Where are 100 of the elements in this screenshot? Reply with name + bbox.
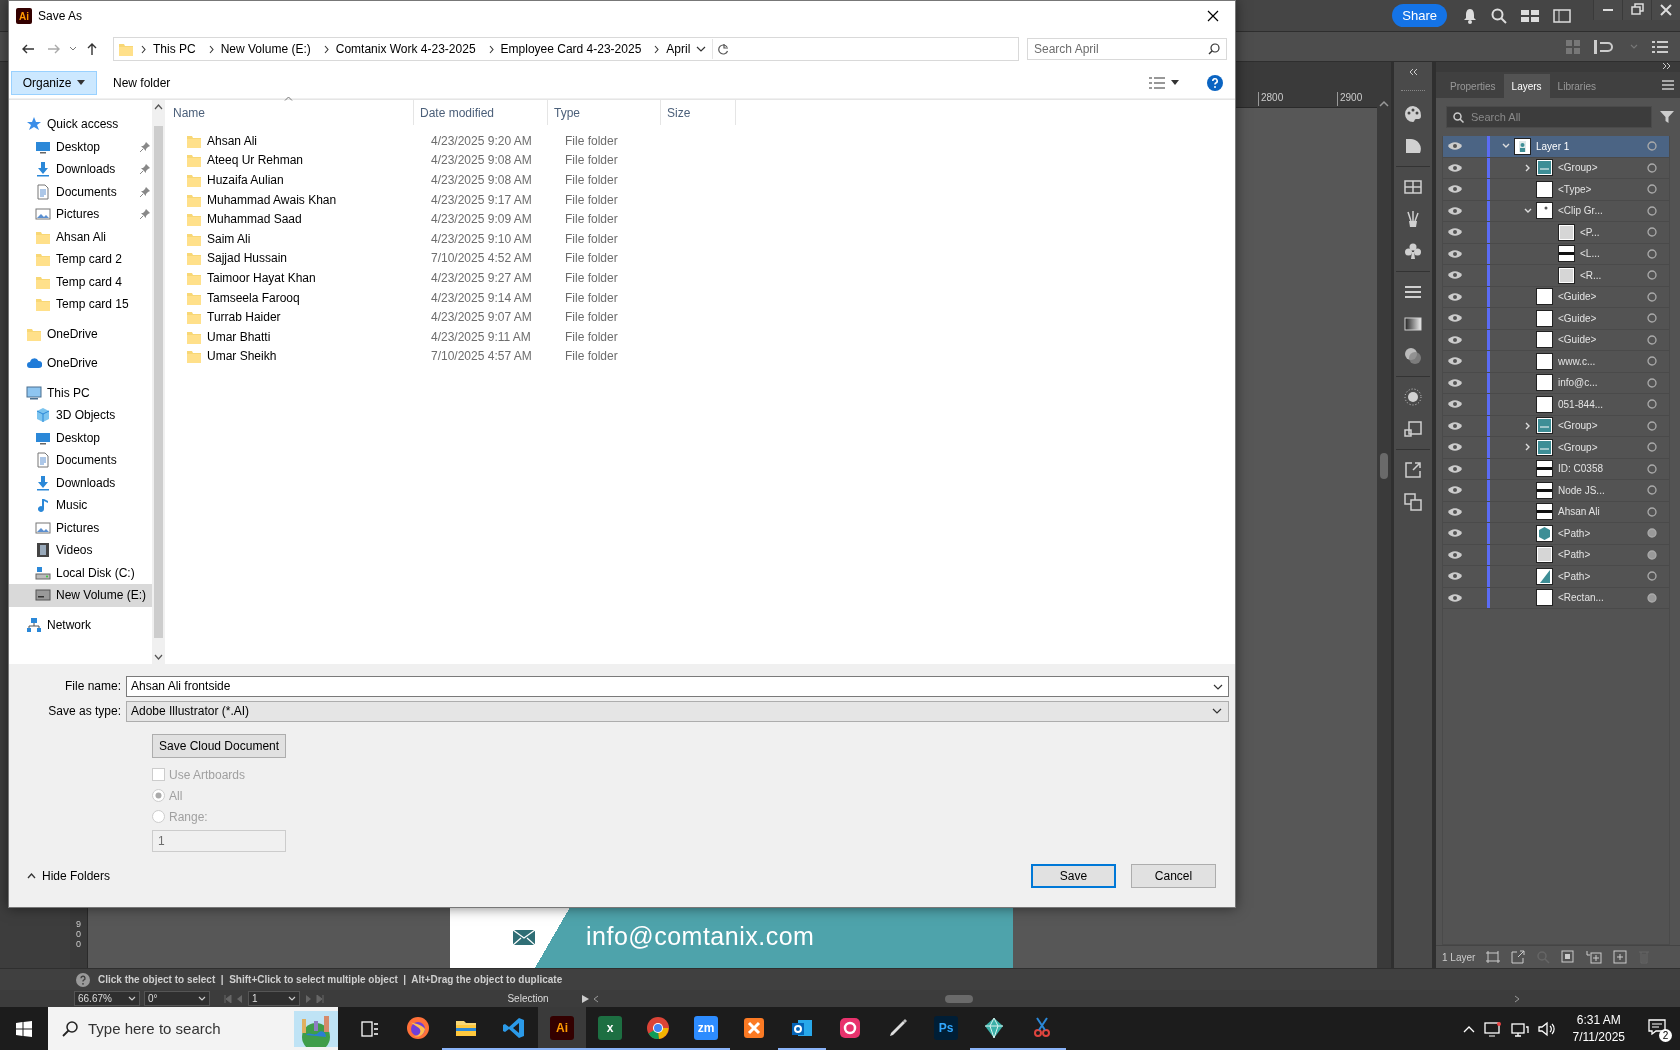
- address-bar[interactable]: This PC New Volume (E:) Comtanix Work 4-23-2025 Employee Card 4-23-2025 April: [113, 37, 1019, 61]
- gradient-swatch-icon[interactable]: [1403, 136, 1423, 156]
- eye-icon[interactable]: [1447, 334, 1463, 345]
- dropdown[interactable]: 0°: [144, 991, 210, 1006]
- taskbar-button[interactable]: Ai: [538, 1007, 586, 1050]
- scroll-up-icon[interactable]: [154, 104, 163, 110]
- panel-tab[interactable]: Layers: [1503, 74, 1550, 98]
- panel-tab[interactable]: Libraries: [1549, 74, 1604, 98]
- eye-icon[interactable]: [1447, 377, 1463, 388]
- chevron-up-icon[interactable]: [1462, 1024, 1475, 1033]
- nav-item[interactable]: Desktop: [9, 426, 152, 449]
- eye-icon[interactable]: [1447, 205, 1463, 216]
- chevron-icon[interactable]: [1524, 163, 1532, 172]
- eye-icon[interactable]: [1447, 463, 1463, 474]
- breadcrumb[interactable]: April: [660, 39, 697, 59]
- eye-icon[interactable]: [1447, 291, 1463, 302]
- file-row[interactable]: Umar Sheikh 7/10/2025 4:57 AM File folder: [165, 346, 1235, 367]
- dropdown[interactable]: 66.67%: [74, 991, 140, 1006]
- transparency-icon[interactable]: [1403, 346, 1423, 366]
- target-icon[interactable]: [1647, 291, 1657, 302]
- refresh-icon[interactable]: [717, 43, 730, 55]
- new-layer-icon[interactable]: [1613, 950, 1628, 964]
- target-icon[interactable]: [1647, 571, 1657, 581]
- speaker-icon[interactable]: [1537, 1020, 1556, 1037]
- export-icon[interactable]: [1511, 950, 1526, 964]
- palette-icon[interactable]: [1403, 104, 1423, 124]
- layer-row[interactable]: <Clip Gr...: [1443, 200, 1669, 222]
- eye-icon[interactable]: [1447, 356, 1463, 367]
- file-name-field[interactable]: Ahsan Ali frontside: [126, 675, 1229, 697]
- sun-icon[interactable]: [1403, 387, 1423, 407]
- target-icon[interactable]: [1647, 485, 1657, 495]
- nav-item[interactable]: Documents: [9, 449, 152, 472]
- scroll-thumb[interactable]: [154, 126, 163, 638]
- target-icon[interactable]: [1647, 248, 1657, 259]
- column-header[interactable]: Name: [169, 100, 414, 125]
- share-button[interactable]: Share: [1392, 4, 1447, 27]
- layer-row[interactable]: Node JS...: [1443, 480, 1669, 502]
- file-row[interactable]: Ateeq Ur Rehman 4/23/2025 9:08 AM File folder: [165, 150, 1235, 171]
- target-icon[interactable]: [1647, 442, 1657, 452]
- nav-item[interactable]: Temp card 4: [9, 270, 152, 293]
- target-icon[interactable]: [1647, 184, 1657, 194]
- chevron-down-icon[interactable]: [1213, 683, 1223, 690]
- layer-row[interactable]: <Type>: [1443, 179, 1669, 201]
- organize-button[interactable]: Organize: [11, 70, 97, 95]
- layer-row[interactable]: ID: C0358: [1443, 458, 1669, 480]
- nav-item[interactable]: Documents: [9, 180, 152, 203]
- column-header[interactable]: Date modified: [414, 100, 548, 125]
- scroll-thumb[interactable]: [945, 994, 973, 1003]
- search-icon[interactable]: [1491, 7, 1507, 24]
- layer-row[interactable]: <Group>: [1443, 437, 1669, 459]
- layer-row[interactable]: <L...: [1443, 243, 1669, 265]
- taskbar-button[interactable]: Ps: [922, 1007, 970, 1050]
- layer-row[interactable]: <P...: [1443, 222, 1669, 244]
- file-row[interactable]: Turrab Haider 4/23/2025 9:07 AM File folder: [165, 307, 1235, 327]
- nav-item[interactable]: New Volume (E:): [9, 584, 152, 607]
- new-folder-button[interactable]: New folder: [107, 74, 177, 91]
- artboard-collect-icon[interactable]: [1486, 950, 1501, 964]
- dropdown[interactable]: 1: [248, 991, 300, 1006]
- scroll-up-icon[interactable]: [1379, 100, 1389, 108]
- eye-icon[interactable]: [1447, 227, 1463, 238]
- breadcrumb[interactable]: This PC: [147, 39, 202, 59]
- layer-row[interactable]: <Guide>: [1443, 308, 1669, 330]
- target-icon[interactable]: [1647, 162, 1657, 173]
- scroll-right-icon[interactable]: [1514, 994, 1520, 1003]
- nav-item[interactable]: OneDrive: [9, 322, 152, 345]
- target-icon[interactable]: [1647, 313, 1657, 323]
- chevron-down-icon[interactable]: [1171, 80, 1179, 85]
- nav-item[interactable]: OneDrive: [9, 352, 152, 375]
- nav-item[interactable]: Videos: [9, 539, 152, 562]
- clock[interactable]: 6:31 AM 7/11/2025: [1572, 1011, 1625, 1046]
- scroll-thumb[interactable]: [1380, 453, 1388, 479]
- target-icon[interactable]: [1647, 399, 1657, 409]
- club-icon[interactable]: [1403, 241, 1423, 261]
- back-arrow-icon[interactable]: [21, 43, 35, 55]
- target-icon[interactable]: [1647, 506, 1657, 517]
- view-options-icon[interactable]: [1149, 76, 1165, 89]
- layer-row[interactable]: 051-844...: [1443, 394, 1669, 416]
- breadcrumb[interactable]: New Volume (E:): [214, 39, 317, 59]
- chevron-icon[interactable]: [1524, 421, 1532, 430]
- eye-icon[interactable]: [1447, 592, 1463, 603]
- swatches-icon[interactable]: [1403, 177, 1423, 197]
- eye-icon[interactable]: [1447, 184, 1463, 195]
- nav-item[interactable]: Network: [9, 613, 152, 636]
- file-row[interactable]: Umar Bhatti 4/23/2025 9:11 AM File folder: [165, 326, 1235, 347]
- taskbar-button[interactable]: x: [586, 1007, 634, 1050]
- eye-icon[interactable]: [1447, 420, 1463, 431]
- layer-row[interactable]: <Path>: [1443, 566, 1669, 588]
- export-icon[interactable]: [1403, 460, 1423, 480]
- file-row[interactable]: Huzaifa Aulian 4/23/2025 9:08 AM File folder: [165, 170, 1235, 190]
- play-icon[interactable]: [582, 994, 589, 1003]
- file-row[interactable]: Taimoor Hayat Khan 4/23/2025 9:27 AM File folder: [165, 268, 1235, 288]
- restore-icon[interactable]: [1622, 0, 1651, 20]
- gradient-icon[interactable]: [1403, 314, 1423, 334]
- layer-row[interactable]: www.c...: [1443, 351, 1669, 373]
- target-icon[interactable]: [1647, 205, 1657, 216]
- file-row[interactable]: Muhammad Saad 4/23/2025 9:09 AM File folder: [165, 209, 1235, 229]
- hide-folders-button[interactable]: Hide Folders: [21, 868, 117, 884]
- nav-item[interactable]: This PC: [9, 381, 152, 404]
- nav-item[interactable]: Temp card 15: [9, 293, 152, 316]
- search-field[interactable]: Search All: [1446, 106, 1652, 128]
